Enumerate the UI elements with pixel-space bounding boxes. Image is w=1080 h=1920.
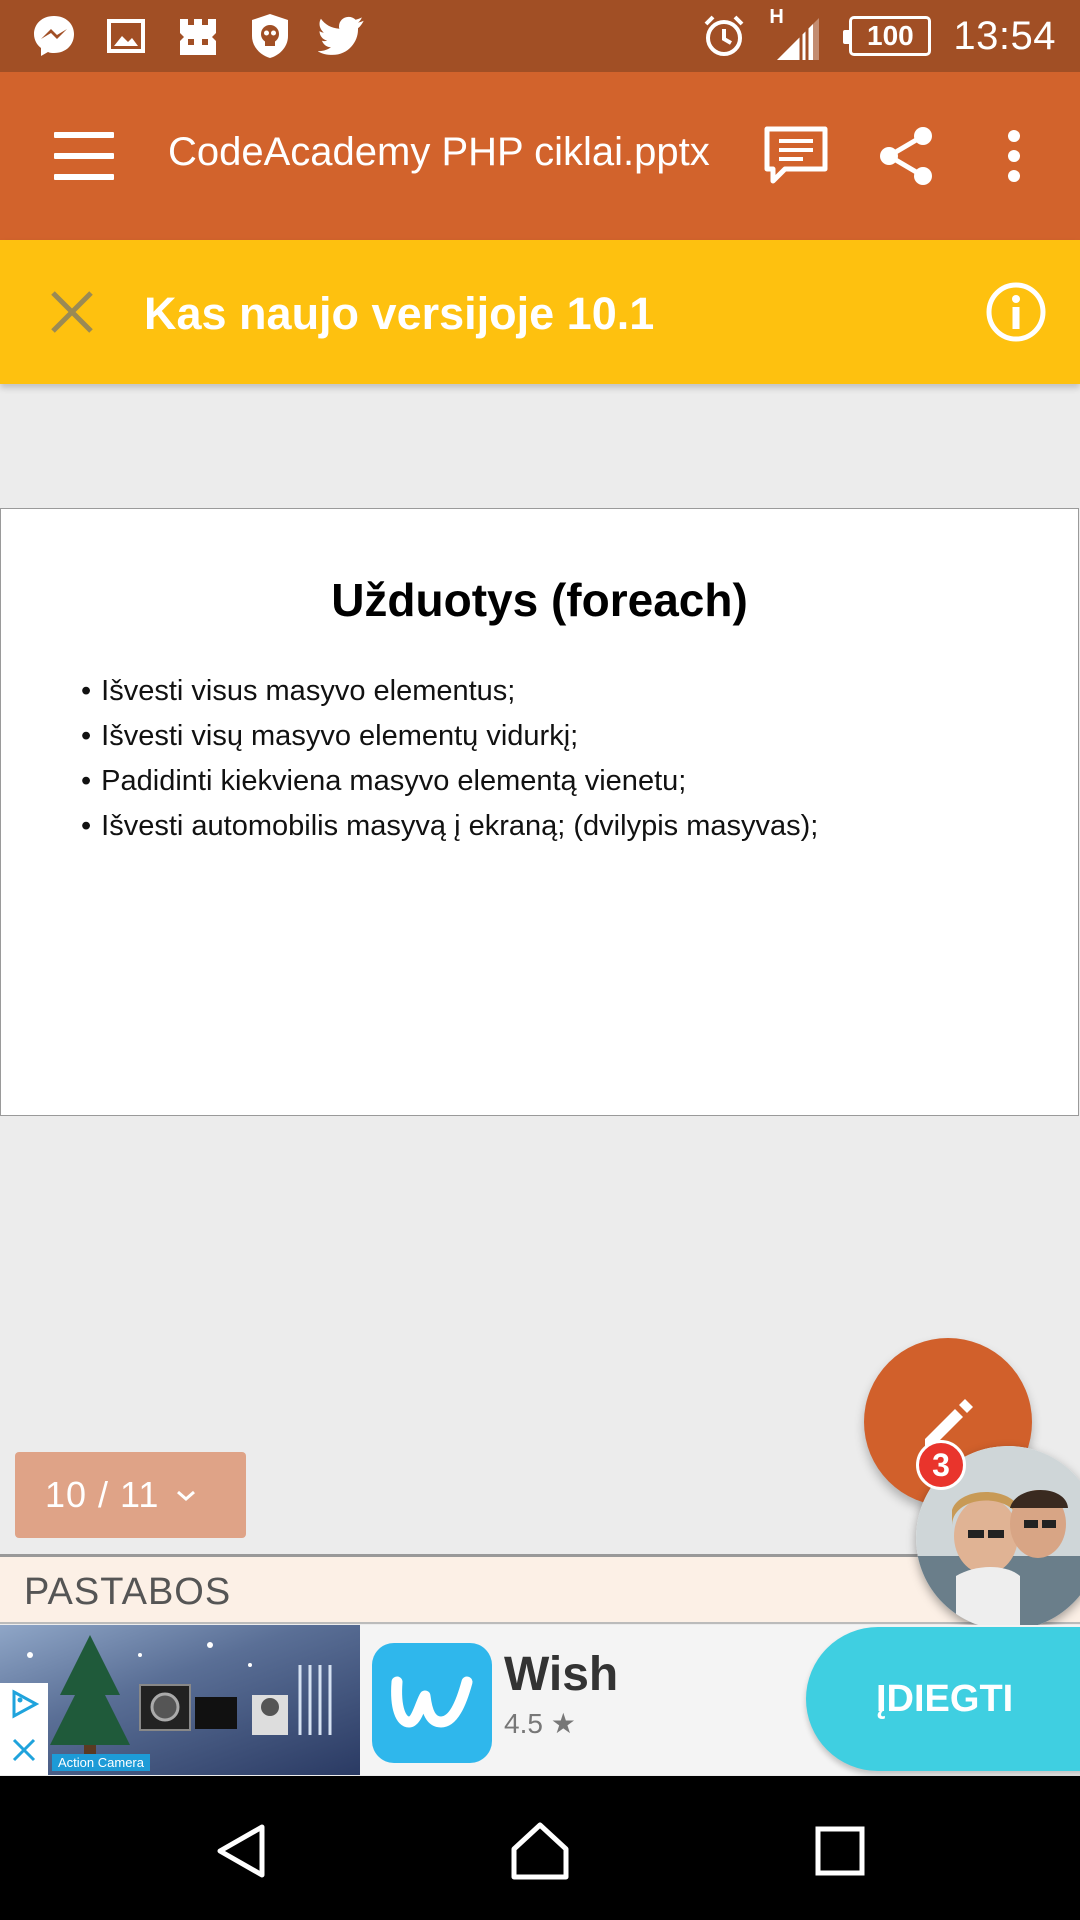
adchoices-icon[interactable] [9,1689,40,1724]
ad-app-name: Wish [504,1648,619,1701]
wish-logo-icon [372,1643,492,1763]
install-button[interactable]: ĮDIEGTI [806,1627,1080,1771]
page-selector[interactable]: 10 / 11 [15,1452,246,1538]
list-item: Išvesti visų masyvo elementų vidurkį; [81,714,818,759]
comments-icon[interactable] [756,116,836,196]
game-icon [172,10,224,62]
navigation-bar [0,1776,1080,1920]
gallery-icon [100,10,152,62]
notes-bar[interactable]: PASTABOS [0,1554,1080,1624]
ad-rating: 4.5 ★ [504,1707,576,1740]
back-icon[interactable] [192,1806,292,1896]
slide-title: Užduotys (foreach) [331,574,748,626]
close-ad-icon[interactable] [10,1736,38,1769]
list-item: Išvesti automobilis masyvą į ekraną; (dv… [81,804,818,849]
document-title: CodeAcademy PHP ciklai.pptx [168,130,710,174]
slide-bullet-list: Išvesti visus masyvo elementus; Išvesti … [81,669,818,849]
share-icon[interactable] [866,116,946,196]
shield-skull-icon [244,10,296,62]
notification-icons [28,10,368,62]
recents-icon[interactable] [790,1806,890,1896]
home-icon[interactable] [490,1806,590,1896]
status-bar: H 100 13:54 [0,0,1080,72]
battery-level: 100 [867,20,914,51]
alarm-icon [701,13,747,59]
chevron-down-icon [175,1489,197,1508]
more-vert-icon[interactable] [974,116,1054,196]
notes-label: PASTABOS [24,1571,232,1613]
list-item: Padidinti kiekviena masyvo elementą vien… [81,759,818,804]
ad-image[interactable]: Action Camera [0,1625,360,1775]
messenger-icon [28,10,80,62]
page-indicator: 10 / 11 [45,1474,160,1515]
info-icon[interactable] [982,278,1050,346]
ad-photo [27,1635,332,1765]
whats-new-banner[interactable]: Kas naujo versijoje 10.1 [0,240,1080,384]
banner-text: Kas naujo versijoje 10.1 [144,288,655,339]
close-icon[interactable] [38,278,106,346]
clock: 13:54 [953,13,1056,58]
app-bar: CodeAcademy PHP ciklai.pptx [0,72,1080,240]
system-status: H 100 13:54 [701,0,1056,72]
signal-icon: H [769,6,827,62]
battery-indicator: 100 [843,16,932,56]
menu-icon[interactable] [44,124,124,188]
adchoices[interactable] [0,1683,48,1775]
star-icon: ★ [550,1708,576,1739]
ad-banner[interactable]: Action Camera Wish 4.5 ★ ĮDIEGTI [0,1625,1080,1775]
ad-rating-value: 4.5 [504,1708,543,1739]
ad-image-caption: Action Camera [52,1754,150,1771]
notification-badge: 3 [916,1440,966,1490]
slide-page[interactable]: Užduotys (foreach) Išvesti visus masyvo … [0,508,1079,1116]
list-item: Išvesti visus masyvo elementus; [81,669,818,714]
twitter-icon [316,10,368,62]
